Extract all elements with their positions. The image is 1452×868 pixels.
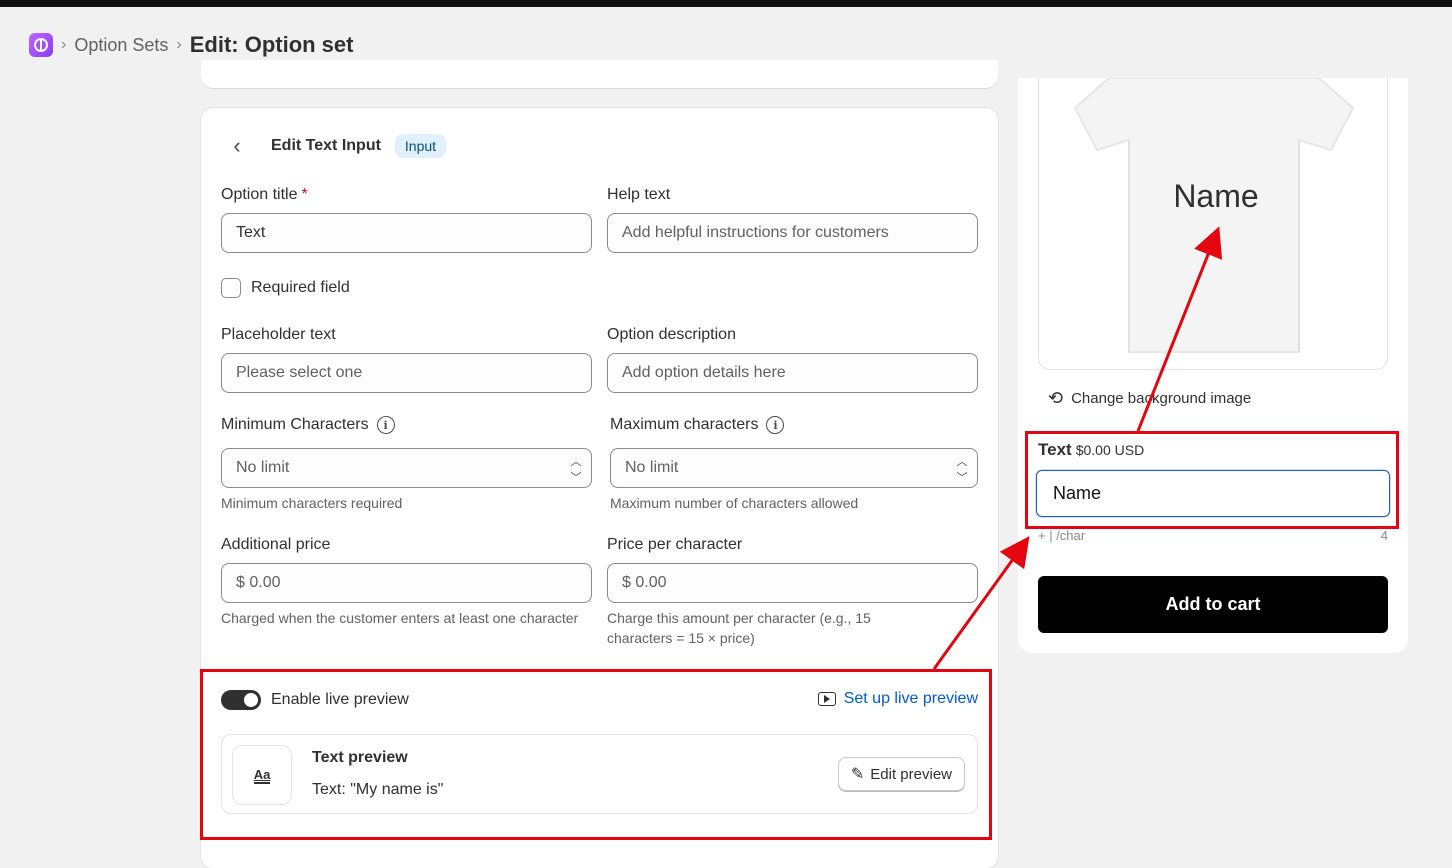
add-to-cart-button[interactable]: Add to cart <box>1038 576 1388 633</box>
required-mark: * <box>301 186 308 203</box>
breadcrumb-separator: › <box>61 36 67 53</box>
breadcrumb: › Option Sets › Edit: Option set <box>29 30 353 60</box>
max-characters-label: Maximum characters i <box>610 416 785 434</box>
customer-text-input[interactable]: Name <box>1036 470 1390 517</box>
shirt-print-text: Name <box>1173 178 1259 214</box>
additional-price-input[interactable]: $ 0.00 <box>221 563 592 603</box>
editor-title: Edit Text Input <box>271 137 381 154</box>
chevron-left-icon[interactable]: ‹ <box>221 132 253 160</box>
additional-price-label: Additional price <box>221 536 331 553</box>
top-bar <box>0 0 1452 7</box>
placeholder-text-label: Placeholder text <box>221 326 336 343</box>
required-field-checkbox[interactable] <box>221 278 241 298</box>
placeholder-text-input[interactable]: Please select one <box>221 353 592 393</box>
min-characters-input[interactable]: No limit ︿ ﹀ <box>221 448 592 488</box>
text-option-label: Text $0.00 USD <box>1038 440 1145 459</box>
text-preview-subtitle: Text: "My name is" <box>312 781 444 798</box>
live-preview-toggle-row[interactable]: Enable live preview <box>221 690 409 710</box>
app-logo-icon[interactable] <box>29 33 53 57</box>
price-per-character-input[interactable]: $ 0.00 <box>607 563 978 603</box>
price-per-char-hint: + | /char <box>1038 528 1086 543</box>
price-per-character-help: Charge this amount per character (e.g., … <box>607 610 871 646</box>
refresh-icon: ⟲ <box>1048 388 1064 408</box>
max-characters-input[interactable]: No limit ︿ ﹀ <box>610 448 978 488</box>
edit-text-input-card: ‹ Edit Text Input Input Option title * Te… <box>201 108 998 868</box>
input-badge: Input <box>394 134 447 158</box>
max-characters-help: Maximum number of characters allowed <box>610 495 859 511</box>
help-text-label: Help text <box>607 186 671 203</box>
price-per-character-label: Price per character <box>607 536 743 553</box>
live-preview-toggle[interactable] <box>221 690 261 710</box>
live-preview-toggle-label: Enable live preview <box>271 691 409 708</box>
stepper-icon[interactable]: ︿ ﹀ <box>567 453 585 484</box>
additional-price-help: Charged when the customer enters at leas… <box>221 610 579 626</box>
setup-live-preview-link[interactable]: Set up live preview <box>817 690 978 708</box>
text-format-icon: Aa <box>232 745 292 805</box>
text-preview-title: Text preview <box>312 749 408 766</box>
option-description-input[interactable]: Add option details here <box>607 353 978 393</box>
breadcrumb-separator: › <box>176 36 182 53</box>
breadcrumb-option-sets[interactable]: Option Sets <box>74 35 168 56</box>
text-option-price: $0.00 USD <box>1075 442 1145 458</box>
previous-card <box>201 60 998 88</box>
text-preview-item: Aa Text preview Text: "My name is" ✎ Edi… <box>221 734 978 814</box>
edit-preview-button[interactable]: ✎ Edit preview <box>837 757 965 791</box>
option-description-label: Option description <box>607 326 736 343</box>
help-text-input[interactable]: Add helpful instructions for customers <box>607 213 978 253</box>
info-icon[interactable]: i <box>376 416 395 434</box>
change-background-button[interactable]: ⟲ Change background image <box>1048 388 1251 409</box>
character-count: 4 <box>1380 528 1388 543</box>
required-field-row[interactable]: Required field <box>221 278 350 298</box>
info-icon[interactable]: i <box>766 416 785 434</box>
option-title-label: Option title * <box>221 186 308 203</box>
play-icon <box>817 692 836 706</box>
page-title: Edit: Option set <box>189 32 354 57</box>
tshirt-image <box>1073 78 1355 353</box>
editor-header: ‹ Edit Text Input Input <box>221 132 447 160</box>
required-field-label: Required field <box>251 279 350 296</box>
min-characters-help: Minimum characters required <box>221 495 403 511</box>
storefront-preview-panel: Name ⟲ Change background image Text $0.00… <box>1018 78 1408 653</box>
pencil-icon: ✎ <box>850 766 865 783</box>
option-title-input[interactable]: Text <box>221 213 592 253</box>
min-characters-label: Minimum Characters i <box>221 416 395 434</box>
product-image: Name <box>1038 78 1388 370</box>
stepper-icon[interactable]: ︿ ﹀ <box>953 453 971 484</box>
